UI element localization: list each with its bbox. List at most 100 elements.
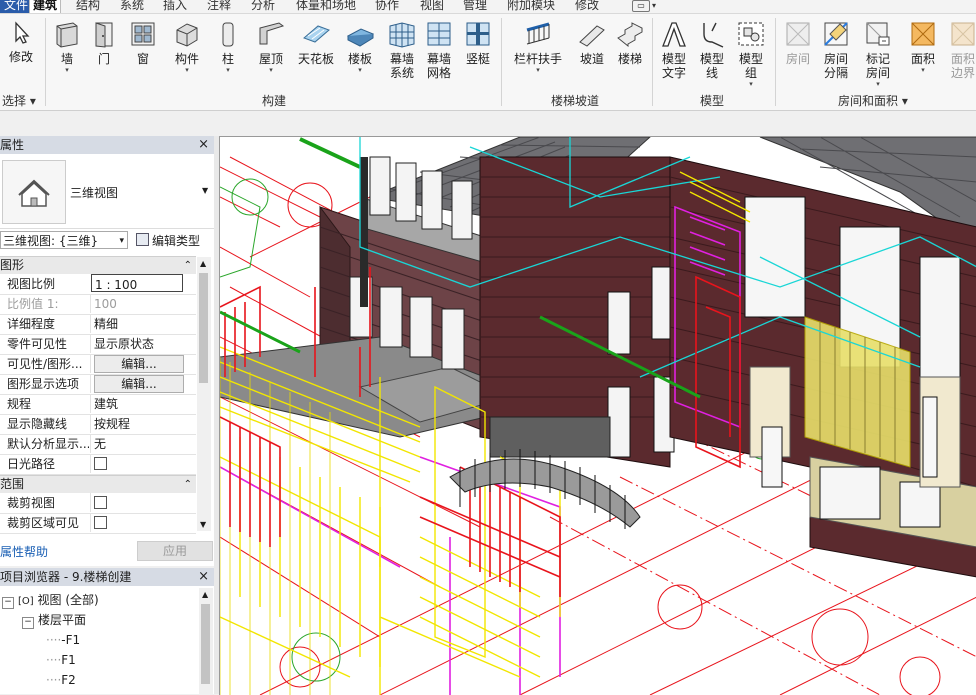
detail-level-value[interactable]: 精细: [90, 314, 195, 333]
component-button[interactable]: 构件 ▾: [169, 14, 205, 74]
tree-views[interactable]: − [O] 视图 (全部): [2, 592, 99, 610]
close-icon[interactable]: ×: [198, 568, 209, 586]
instance-selector[interactable]: 三维视图: {三维} ▾: [0, 231, 128, 249]
door-button[interactable]: 门: [89, 14, 119, 66]
window-button[interactable]: 窗: [127, 14, 159, 66]
room-separator-button[interactable]: 房间 分隔: [818, 14, 854, 80]
discipline-value[interactable]: 建筑: [90, 394, 195, 413]
ceiling-label: 天花板: [297, 52, 334, 66]
group-label-circulation: 楼梯坡道: [551, 94, 600, 108]
close-icon[interactable]: ×: [198, 136, 209, 154]
tab-collaborate[interactable]: 协作: [375, 0, 399, 13]
curtain-grid-button[interactable]: 幕墙 网格: [423, 14, 455, 80]
column-button[interactable]: 柱 ▾: [214, 14, 242, 74]
model-line-button[interactable]: 模型 线: [696, 14, 728, 80]
type-name: 三维视图: [70, 186, 119, 200]
analysis-display-value[interactable]: 无: [90, 434, 195, 453]
prop-row: 默认分析显示... 无: [0, 434, 196, 455]
properties-help-link[interactable]: 属性帮助: [0, 543, 48, 560]
tab-annotate[interactable]: 注释: [207, 0, 231, 13]
tree-item[interactable]: ····F1: [46, 652, 76, 668]
tag-room-button[interactable]: 标记 房间 ▾: [860, 14, 896, 88]
chevron-down-icon[interactable]: ▾: [652, 1, 656, 10]
type-thumbnail: [2, 160, 66, 224]
scroll-thumb[interactable]: [199, 273, 208, 383]
tab-modify[interactable]: 修改: [575, 0, 599, 13]
room-button[interactable]: 房间: [780, 14, 816, 66]
chevron-down-icon: ▾: [536, 66, 540, 74]
apply-button[interactable]: 应用: [137, 541, 213, 561]
3d-viewport[interactable]: [219, 136, 976, 695]
view-scale-input[interactable]: 1 : 100: [91, 274, 183, 292]
area-boundary-icon: [951, 22, 975, 46]
wall-icon: [56, 22, 78, 48]
tab-manage[interactable]: 管理: [463, 0, 487, 13]
model-text-button[interactable]: 模型 文字: [656, 14, 692, 80]
browser-scrollbar[interactable]: ▲: [199, 588, 213, 694]
sun-path-checkbox[interactable]: [94, 457, 107, 470]
group-separator: [45, 18, 46, 106]
prop-row: 裁剪视图: [0, 493, 196, 514]
crop-region-visible-checkbox[interactable]: [94, 516, 107, 529]
column-label: 柱: [221, 52, 234, 66]
railing-button[interactable]: 栏杆扶手 ▾: [512, 14, 564, 74]
stair-button[interactable]: 楼梯: [614, 14, 646, 66]
area-icon: [911, 22, 935, 46]
ceiling-button[interactable]: 天花板: [294, 14, 338, 66]
type-selector[interactable]: 三维视图 ▼: [0, 156, 214, 229]
tab-analyze[interactable]: 分析: [251, 0, 275, 13]
floor-label: 楼板: [347, 52, 372, 66]
properties-scrollbar[interactable]: ▲ ▼: [197, 257, 211, 531]
floor-icon: [346, 28, 375, 47]
model-line-icon: [703, 22, 724, 48]
modify-button[interactable]: 修改: [4, 14, 38, 64]
wall-button[interactable]: 墙 ▾: [50, 14, 84, 74]
area-boundary-button[interactable]: 面积 边界: [946, 14, 976, 80]
roof-label: 屋顶: [258, 52, 283, 66]
prop-row: 比例值 1: 100: [0, 294, 196, 315]
tree-item[interactable]: ····-F1: [46, 632, 80, 648]
chevron-down-icon: ▾: [65, 66, 69, 74]
area-button[interactable]: 面积 ▾: [905, 14, 941, 74]
crop-view-checkbox[interactable]: [94, 496, 107, 509]
group-separator: [652, 18, 653, 106]
tab-structure[interactable]: 结构: [76, 0, 100, 13]
curtain-system-label: 幕墙 系统: [389, 52, 414, 80]
tab-systems[interactable]: 系统: [120, 0, 144, 13]
model-text-label: 模型 文字: [661, 52, 686, 80]
mullion-button[interactable]: 竖梃: [462, 14, 494, 66]
section-graphics[interactable]: 图形 ⌃: [0, 256, 196, 274]
door-icon: [95, 22, 113, 48]
roof-button[interactable]: 屋顶 ▾: [253, 14, 289, 74]
chevron-down-icon: ▾: [876, 80, 880, 88]
window-label: 窗: [136, 52, 149, 66]
ribbon: 修改 选择 ▾ 墙 ▾ 门 窗 构件 ▾ 柱 ▾ 屋顶 ▾ 天花板 楼板 ▾ 幕墙 系统 …: [0, 14, 976, 111]
vg-edit-button[interactable]: 编辑...: [94, 355, 184, 373]
curtain-system-button[interactable]: 幕墙 系统: [386, 14, 418, 80]
section-extents[interactable]: 范围 ⌃: [0, 475, 196, 493]
tab-architecture[interactable]: 建筑: [29, 0, 62, 13]
tab-view[interactable]: 视图: [420, 0, 444, 13]
hidden-lines-value[interactable]: 按规程: [90, 414, 195, 433]
tab-file[interactable]: 文件: [0, 0, 33, 13]
floor-button[interactable]: 楼板 ▾: [342, 14, 378, 74]
railing-label: 栏杆扶手: [513, 52, 562, 66]
tab-addins[interactable]: 附加模块: [507, 0, 555, 13]
tree-item[interactable]: ····F2: [46, 672, 76, 688]
contextual-tab-icon[interactable]: ▭: [632, 0, 650, 12]
tab-insert[interactable]: 插入: [163, 0, 187, 13]
parts-visibility-value[interactable]: 显示原状态: [90, 334, 195, 353]
project-browser: 项目浏览器 - 9.楼梯创建 × − [O] 视图 (全部) − 楼层平面 ····…: [0, 568, 214, 694]
tab-massing-site[interactable]: 体量和场地: [296, 0, 356, 13]
curtain-grid-label: 幕墙 网格: [426, 52, 451, 80]
graphic-display-edit-button[interactable]: 编辑...: [94, 375, 184, 393]
model-group-button[interactable]: 模型 组 ▾: [734, 14, 768, 88]
scroll-thumb[interactable]: [201, 604, 210, 684]
group-label-select[interactable]: 选择 ▾: [2, 92, 36, 109]
chevron-down-icon[interactable]: ▼: [202, 186, 208, 195]
group-label-room-area[interactable]: 房间和面积 ▾: [838, 92, 908, 109]
tree-floor-plans[interactable]: − 楼层平面: [22, 612, 86, 629]
ramp-label: 坡道: [579, 52, 604, 66]
edit-type-button[interactable]: 编辑类型: [136, 232, 200, 249]
ramp-button[interactable]: 坡道: [576, 14, 608, 66]
